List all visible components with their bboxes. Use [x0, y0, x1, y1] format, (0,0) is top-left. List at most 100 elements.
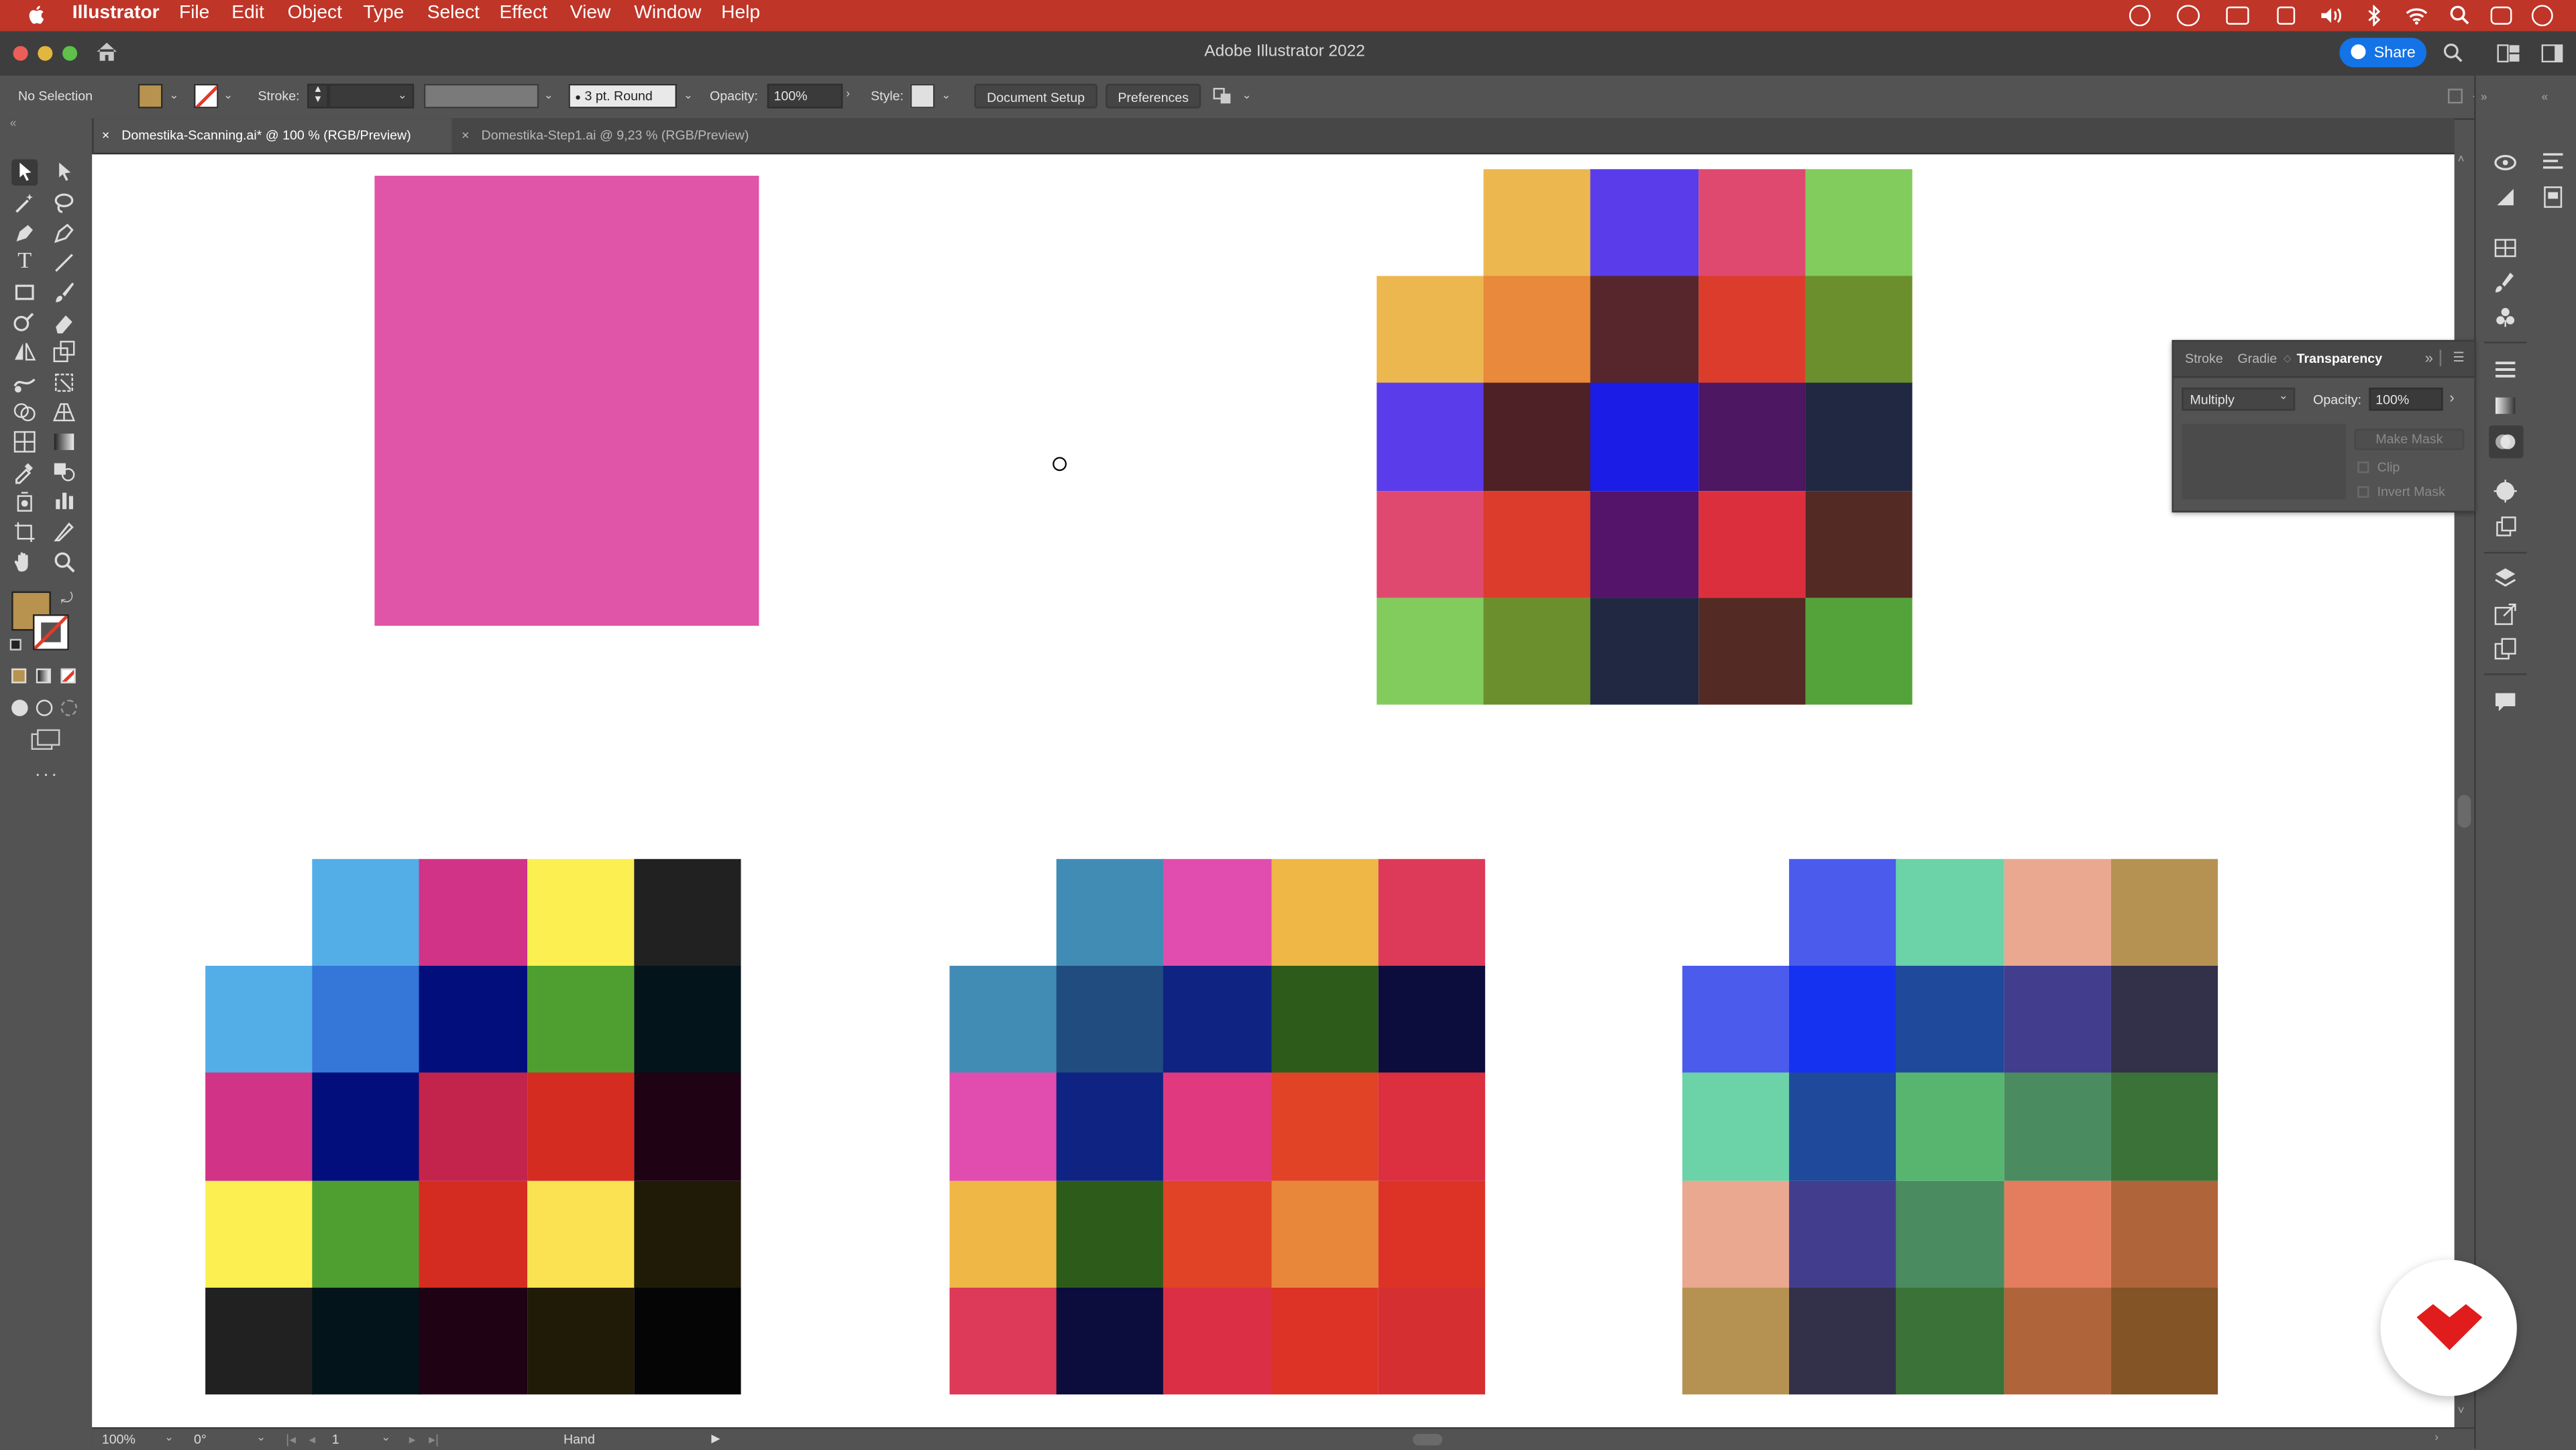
asset-export-icon[interactable]	[2494, 603, 2517, 626]
menu-window[interactable]: Window	[634, 3, 701, 23]
last-artboard-icon[interactable]: ▸|	[429, 1433, 439, 1447]
grid-cell[interactable]	[1896, 1073, 2004, 1182]
libraries-icon[interactable]	[2494, 151, 2517, 174]
grid-cell[interactable]	[633, 1287, 742, 1396]
color-grid-top-right[interactable]	[1377, 169, 1913, 706]
appearance-icon[interactable]	[2493, 480, 2517, 503]
panel-menu-icon[interactable]: ☰	[2453, 350, 2465, 365]
grid-cell[interactable]	[1805, 383, 1913, 492]
grid-cell[interactable]	[633, 1073, 742, 1182]
invert-mask-checkbox[interactable]	[2357, 486, 2369, 498]
collapse-toolbar-icon[interactable]: «	[10, 118, 17, 129]
collapse-dock-icon[interactable]: »	[2481, 92, 2487, 103]
draw-behind-icon[interactable]	[36, 700, 53, 716]
column-graph-tool-icon[interactable]	[51, 488, 77, 514]
paintbrush-tool-icon[interactable]	[51, 279, 77, 305]
grid-cell[interactable]	[419, 966, 528, 1074]
grid-cell[interactable]	[1805, 169, 1913, 278]
selection-tool-icon[interactable]	[11, 159, 38, 186]
grid-cell[interactable]	[1805, 597, 1913, 706]
grid-cell[interactable]	[1698, 169, 1807, 278]
grid-cell[interactable]	[2003, 1180, 2112, 1288]
variable-width-profile[interactable]	[423, 83, 539, 109]
close-tab-icon[interactable]: ×	[462, 118, 469, 152]
grid-cell[interactable]	[1591, 597, 1699, 706]
clip-checkbox[interactable]	[2357, 461, 2369, 473]
line-segment-tool-icon[interactable]	[51, 249, 77, 276]
comments-icon[interactable]	[2494, 690, 2517, 713]
pathfinder-icon[interactable]	[2542, 186, 2565, 209]
gradient-panel-icon[interactable]	[2494, 394, 2517, 417]
swatches-icon[interactable]	[2494, 237, 2517, 260]
workspace-switcher-icon[interactable]	[2541, 44, 2563, 63]
grid-cell[interactable]	[205, 1073, 313, 1182]
grid-cell[interactable]	[2110, 1287, 2219, 1396]
color-grid-bottom-left[interactable]	[205, 858, 742, 1396]
default-colors-icon[interactable]	[9, 638, 21, 651]
grid-cell[interactable]	[1271, 858, 1379, 967]
grid-cell[interactable]	[1789, 966, 1898, 1074]
magic-wand-tool-icon[interactable]	[11, 190, 38, 217]
grid-cell[interactable]	[1271, 1287, 1379, 1396]
grid-cell[interactable]	[1896, 1287, 2004, 1396]
color-grid-bottom-right[interactable]	[1682, 858, 2219, 1396]
menu-view[interactable]: View	[570, 3, 611, 23]
grid-cell[interactable]	[1682, 1073, 1790, 1182]
collapse-panel-icon[interactable]: »	[2425, 350, 2433, 366]
slice-tool-icon[interactable]	[51, 519, 77, 545]
grid-cell[interactable]	[1483, 276, 1592, 384]
grid-cell[interactable]	[1682, 966, 1790, 1074]
wifi-icon[interactable]	[2405, 7, 2428, 25]
grid-cell[interactable]	[1483, 597, 1592, 706]
stroke-panel-icon[interactable]	[2494, 358, 2517, 381]
grid-cell[interactable]	[1805, 276, 1913, 384]
brush-dropdown-icon[interactable]: ⌄	[684, 89, 693, 102]
symbol-sprayer-tool-icon[interactable]	[11, 488, 38, 514]
grid-cell[interactable]	[1057, 858, 1165, 967]
control-center-icon[interactable]	[2490, 6, 2512, 25]
layers-icon[interactable]	[2494, 567, 2517, 590]
grid-cell[interactable]	[2110, 858, 2219, 967]
grid-cell[interactable]	[1483, 383, 1592, 492]
symbols-icon[interactable]	[2494, 306, 2517, 329]
rectangle-tool-icon[interactable]	[11, 279, 38, 305]
grid-cell[interactable]	[1057, 966, 1165, 1074]
grid-cell[interactable]	[949, 1073, 1058, 1182]
expand-dock-icon[interactable]: «	[2542, 92, 2548, 103]
grid-cell[interactable]	[1789, 1180, 1898, 1288]
grid-cell[interactable]	[2110, 1073, 2219, 1182]
grid-cell[interactable]	[1163, 1287, 1272, 1396]
grid-cell[interactable]	[1378, 1180, 1487, 1288]
grid-cell[interactable]	[1163, 1073, 1272, 1182]
grid-cell[interactable]	[527, 1073, 635, 1182]
fill-color-swatch[interactable]	[138, 83, 163, 109]
artboard-dropdown-icon[interactable]: ⌄	[381, 1431, 390, 1444]
tab-stroke[interactable]: Stroke	[2185, 351, 2223, 366]
warp-tool-icon[interactable]	[11, 370, 38, 396]
grid-cell[interactable]	[419, 858, 528, 967]
direct-selection-tool-icon[interactable]	[51, 160, 77, 186]
grid-cell[interactable]	[1682, 1287, 1790, 1396]
grid-cell[interactable]	[1896, 858, 2004, 967]
grid-cell[interactable]	[1378, 1287, 1487, 1396]
grid-cell[interactable]	[2003, 1287, 2112, 1396]
status-menu-arrow-icon[interactable]: ▶	[711, 1433, 720, 1445]
grid-cell[interactable]	[949, 1287, 1058, 1396]
grid-cell[interactable]	[1378, 966, 1487, 1074]
previous-artboard-icon[interactable]: ◂	[309, 1433, 315, 1447]
make-mask-button[interactable]: Make Mask	[2354, 429, 2465, 451]
eyedropper-tool-icon[interactable]	[11, 458, 38, 484]
zoom-level-field[interactable]: 100%	[102, 1433, 136, 1447]
grid-cell[interactable]	[1896, 966, 2004, 1074]
grid-cell[interactable]	[1591, 383, 1699, 492]
share-button[interactable]: Share	[2339, 38, 2427, 68]
lasso-tool-icon[interactable]	[51, 190, 77, 217]
grid-cell[interactable]	[312, 1287, 421, 1396]
transparency-panel-tab[interactable]	[2489, 425, 2524, 459]
draw-normal-icon[interactable]	[11, 700, 28, 716]
stroke-dropdown-icon[interactable]: ⌄	[223, 89, 233, 102]
grid-cell[interactable]	[1057, 1287, 1165, 1396]
grid-cell[interactable]	[1378, 1073, 1487, 1182]
grid-cell[interactable]	[1591, 490, 1699, 599]
tab-domestika-step1[interactable]: × Domestika-Step1.ai @ 9,23 % (RGB/Previ…	[451, 118, 780, 152]
